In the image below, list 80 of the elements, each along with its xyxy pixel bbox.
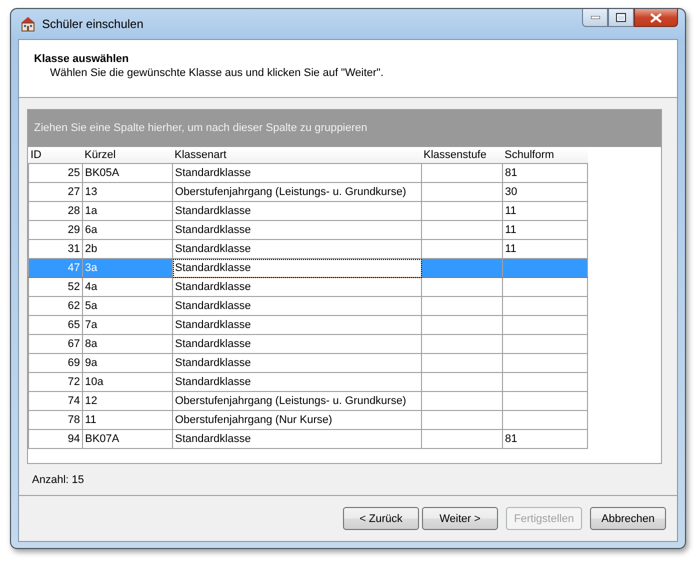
table-cell: Standardklasse <box>172 372 422 392</box>
table-cell: 67 <box>28 334 82 354</box>
table-cell: 78 <box>28 410 82 430</box>
table-cell: 12 <box>82 392 172 410</box>
table-row[interactable]: 94 BK07A Standardklasse 81 <box>28 430 588 448</box>
table-cell: 6a <box>82 220 172 240</box>
minimize-button[interactable] <box>582 9 608 27</box>
table-row[interactable]: 47 3a Standardklasse <box>28 258 588 278</box>
table-cell: 72 <box>28 372 82 392</box>
table-cell: Oberstufenjahrgang (Nur Kurse) <box>172 410 422 430</box>
table-cell: 11 <box>82 410 172 430</box>
record-count: Anzahl: 15 <box>32 474 85 486</box>
school-icon <box>20 16 36 32</box>
table-cell: Standardklasse <box>172 202 422 220</box>
table-row[interactable]: 65 7a Standardklasse <box>28 316 588 334</box>
page-subtitle: Wählen Sie die gewünschte Klasse aus und klicken Sie auf "Weiter". <box>50 67 385 79</box>
table-row[interactable]: 69 9a Standardklasse <box>28 354 588 372</box>
table-cell: 74 <box>28 392 82 410</box>
table-cell: Standardklasse <box>172 220 422 240</box>
column-header[interactable]: Kürzel <box>82 147 172 164</box>
page-title: Klasse auswählen <box>34 53 130 65</box>
table-cell: 11 <box>502 202 588 220</box>
table-cell: 62 <box>28 296 82 316</box>
column-header[interactable]: Schulform <box>502 147 588 164</box>
table-row[interactable]: 25 BK05A Standardklasse 81 <box>28 164 588 182</box>
table-cell: 52 <box>28 278 82 296</box>
window-title: Schüler einschulen <box>42 17 144 31</box>
wizard-button[interactable]: < Zurück <box>343 507 419 530</box>
close-icon <box>650 12 662 22</box>
table-cell: Standardklasse <box>172 278 422 296</box>
table-row[interactable]: 52 4a Standardklasse <box>28 278 588 296</box>
table-cell: 28 <box>28 202 82 220</box>
table-cell: Standardklasse <box>172 354 422 372</box>
table-cell: Oberstufenjahrgang (Leistungs- u. Grundkurse) <box>172 182 422 202</box>
table-cell: 27 <box>28 182 82 202</box>
close-button[interactable] <box>634 9 678 27</box>
table-cell: BK05A <box>82 164 172 182</box>
table-cell: Standardklasse <box>172 258 422 278</box>
table-cell: 29 <box>28 220 82 240</box>
table-cell: Standardklasse <box>172 316 422 334</box>
table-row[interactable]: 28 1a Standardklasse 11 <box>28 202 588 220</box>
column-header[interactable]: ID <box>28 147 82 164</box>
table-cell: Standardklasse <box>172 296 422 316</box>
table-cell: Standardklasse <box>172 164 422 182</box>
table-row[interactable]: 72 10a Standardklasse <box>28 372 588 392</box>
table-cell: 3a <box>82 258 172 278</box>
table-row[interactable]: 67 8a Standardklasse <box>28 334 588 354</box>
column-header[interactable]: Klassenstufe <box>422 147 502 164</box>
minimize-icon <box>590 16 600 19</box>
table-cell: 94 <box>28 430 82 448</box>
table-cell: 9a <box>82 354 172 372</box>
table-row[interactable]: 27 13 Oberstufenjahrgang (Leistungs- u. Grundkurse) 30 <box>28 182 588 202</box>
table-cell: 30 <box>502 182 588 202</box>
table-cell: 13 <box>82 182 172 202</box>
table-cell: 4a <box>82 278 172 296</box>
table-cell: 81 <box>502 430 588 448</box>
table-row[interactable]: 29 6a Standardklasse 11 <box>28 220 588 240</box>
table-cell: BK07A <box>82 430 172 448</box>
table-row[interactable]: 74 12 Oberstufenjahrgang (Leistungs- u. Grundkurse) <box>28 392 588 410</box>
table-cell: Standardklasse <box>172 430 422 448</box>
wizard-button[interactable]: Weiter > <box>422 507 498 530</box>
wizard-button[interactable]: Abbrechen <box>590 507 666 530</box>
table-cell: 81 <box>502 164 588 182</box>
table-cell: 47 <box>28 258 82 278</box>
table-cell: 1a <box>82 202 172 220</box>
table-cell: 8a <box>82 334 172 354</box>
maximize-icon <box>616 13 626 22</box>
table-cell: Oberstufenjahrgang (Leistungs- u. Grundkurse) <box>172 392 422 410</box>
table-cell: 7a <box>82 316 172 334</box>
table-row[interactable]: 62 5a Standardklasse <box>28 296 588 316</box>
table-cell: 69 <box>28 354 82 372</box>
column-header[interactable]: Klassenart <box>172 147 422 164</box>
table-cell: 11 <box>502 220 588 240</box>
table-cell: Standardklasse <box>172 334 422 354</box>
table-row[interactable]: 78 11 Oberstufenjahrgang (Nur Kurse) <box>28 410 588 430</box>
table-cell: 65 <box>28 316 82 334</box>
maximize-button[interactable] <box>608 9 634 27</box>
table-cell: 5a <box>82 296 172 316</box>
table-cell: 25 <box>28 164 82 182</box>
table-cell: 10a <box>82 372 172 392</box>
